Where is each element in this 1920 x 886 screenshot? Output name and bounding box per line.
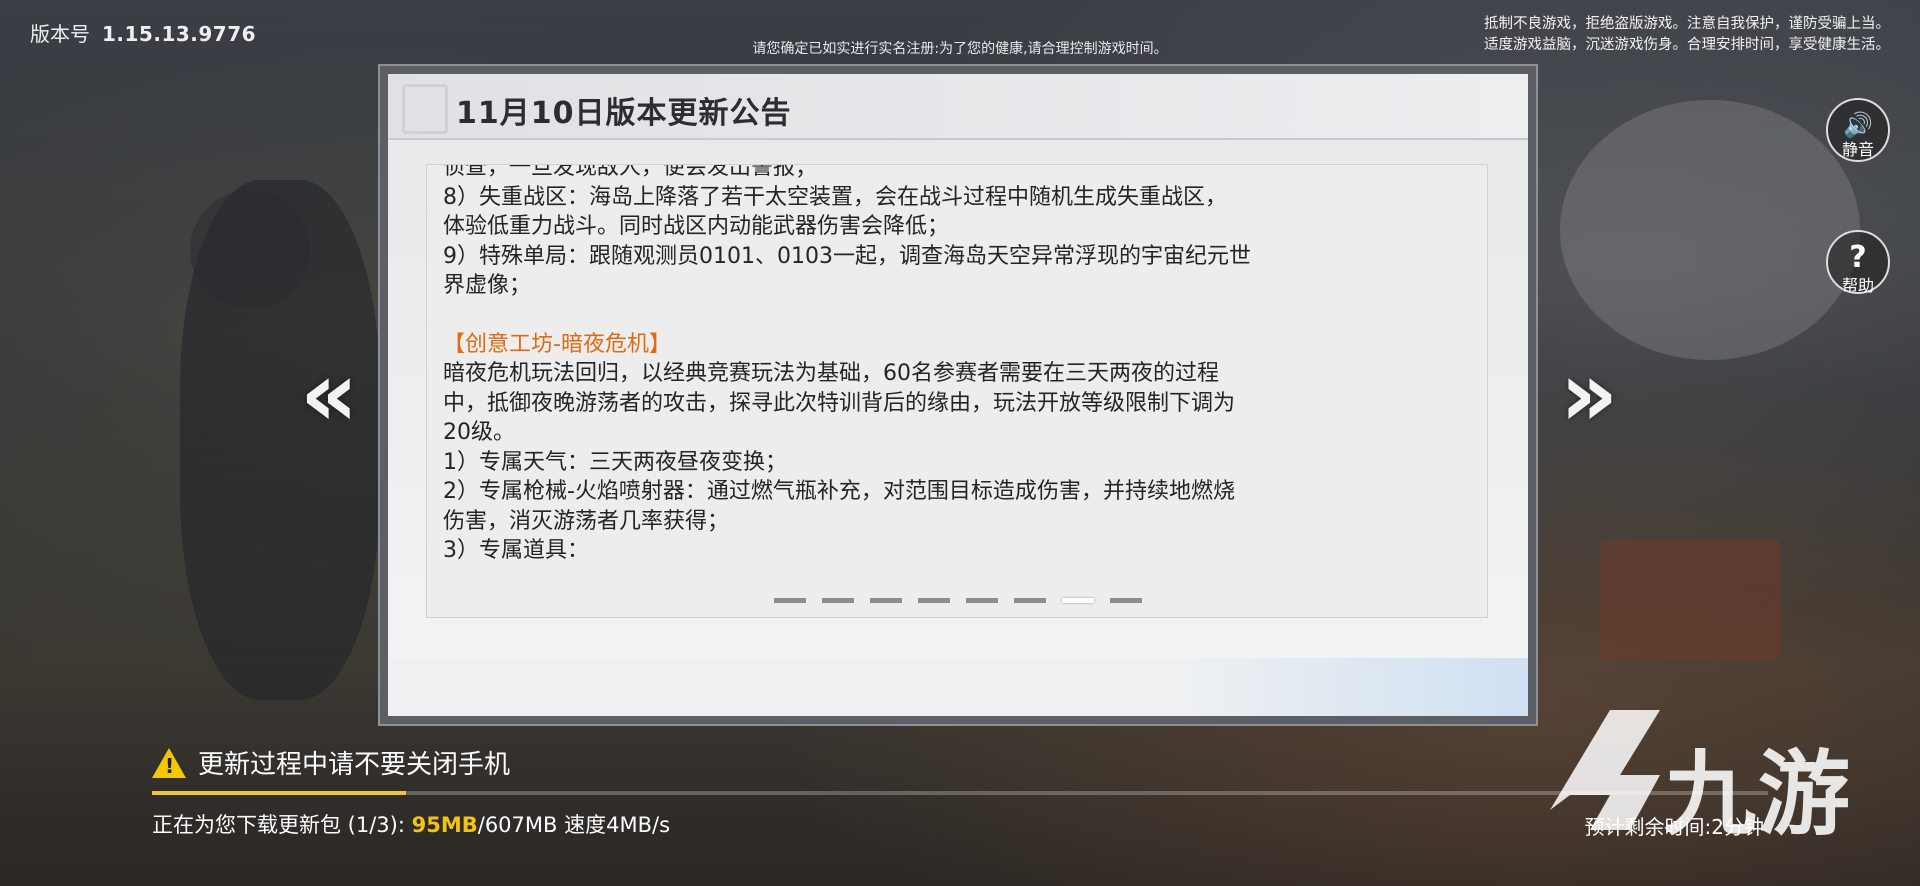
page-dot[interactable] [870, 598, 902, 603]
double-chevron-left-icon[interactable]: « [300, 350, 358, 440]
page-dot[interactable] [966, 598, 998, 603]
announcement-title: 11月10日版本更新公告 [456, 96, 792, 131]
announcement-line: 界虚像； [443, 273, 532, 298]
page-dot[interactable] [774, 598, 806, 603]
background-wheel [190, 190, 310, 310]
mute-label: 静音 [1841, 140, 1874, 159]
announcement-line: 2）专属枪械-火焰喷射器：通过燃气瓶补充，对范围目标造成伤害，并持续地燃烧 [443, 479, 1235, 504]
question-mark-icon: ? [1849, 239, 1867, 275]
page-dot[interactable] [1062, 598, 1094, 603]
health-advisory: 抵制不良游戏，拒绝盗版游戏。注意自我保护，谨防受骗上当。 适度游戏益脑，沉迷游戏… [1484, 14, 1890, 56]
announcement-line: 侦查，一旦发现敌人，便会发出警报； [443, 164, 818, 180]
speaker-icon: 🔊 [1843, 111, 1873, 139]
page-dot[interactable] [918, 598, 950, 603]
announcement-line: 3）专属道具： [443, 538, 589, 563]
announcement-line: 伤害，消灭游荡者几率获得； [443, 508, 730, 534]
announcement-line: 1）专属天气：三天两夜昼夜变换； [443, 449, 787, 475]
download-speed: 速度4MB/s [557, 813, 671, 837]
announcement-content[interactable]: 侦查，一旦发现敌人，便会发出警报； 8）失重战区：海岛上降落了若干太空装置，会在… [426, 164, 1488, 618]
health-advisory-line: 适度游戏益脑，沉迷游戏伤身。合理安排时间，享受健康生活。 [1484, 37, 1890, 53]
help-label: 帮助 [1841, 276, 1874, 295]
download-prefix: 正在为您下载更新包 (1/3): [152, 813, 412, 837]
update-warning-text: 更新过程中请不要关闭手机 [198, 750, 511, 780]
page-indicator [388, 588, 1528, 607]
panel-footer [388, 658, 1528, 716]
double-chevron-right-icon[interactable]: » [1560, 350, 1618, 440]
health-advisory-line: 抵制不良游戏，拒绝盗版游戏。注意自我保护，谨防受骗上当。 [1484, 16, 1890, 32]
announcement-header: 11月10日版本更新公告 [388, 74, 1528, 140]
background-crate [1600, 540, 1780, 660]
announcement-line: 9）特殊单局：跟随观测员0101、0103一起，调查海岛天空异常浮现的宇宙纪元世 [443, 243, 1251, 269]
announcement-line: 8）失重战区：海岛上降落了若干太空装置，会在战斗过程中随机生成失重战区， [443, 184, 1227, 210]
update-warning: ! 更新过程中请不要关闭手机 [152, 744, 510, 781]
announcement-line: 20级。 [443, 420, 515, 445]
announcement-text: 侦查，一旦发现敌人，便会发出警报； 8）失重战区：海岛上降落了若干太空装置，会在… [443, 164, 1467, 566]
download-status: 正在为您下载更新包 (1/3): 95MB/607MB 速度4MB/s [152, 809, 670, 839]
watermark-text: 九游 [1664, 741, 1853, 848]
page-dot[interactable] [822, 598, 854, 603]
title-decoration [402, 84, 448, 134]
announcement-panel: 11月10日版本更新公告 侦查，一旦发现敌人，便会发出警报； 8）失重战区：海岛… [378, 64, 1538, 726]
section-title: 【创意工坊-暗夜危机】 [443, 331, 671, 357]
announcement-line: 暗夜危机玩法回归，以经典竞赛玩法为基础，60名参赛者需要在三天两夜的过程 [443, 361, 1219, 386]
page-dot[interactable] [1110, 598, 1142, 603]
page-dot[interactable] [1014, 598, 1046, 603]
background-smoke [1560, 100, 1860, 360]
warning-icon: ! [152, 747, 186, 778]
download-progress-fill [152, 791, 406, 795]
announcement-panel-body: 11月10日版本更新公告 侦查，一旦发现敌人，便会发出警报； 8）失重战区：海岛… [388, 74, 1528, 716]
announcement-line: 中，抵御夜晚游荡者的攻击，探寻此次特训背后的缘由，玩法开放等级限制下调为 [443, 390, 1236, 416]
downloaded-size: 95MB [411, 813, 478, 837]
announcement-line: 体验低重力战斗。同时战区内动能武器伤害会降低； [443, 214, 950, 239]
total-size: /607MB [477, 813, 558, 837]
